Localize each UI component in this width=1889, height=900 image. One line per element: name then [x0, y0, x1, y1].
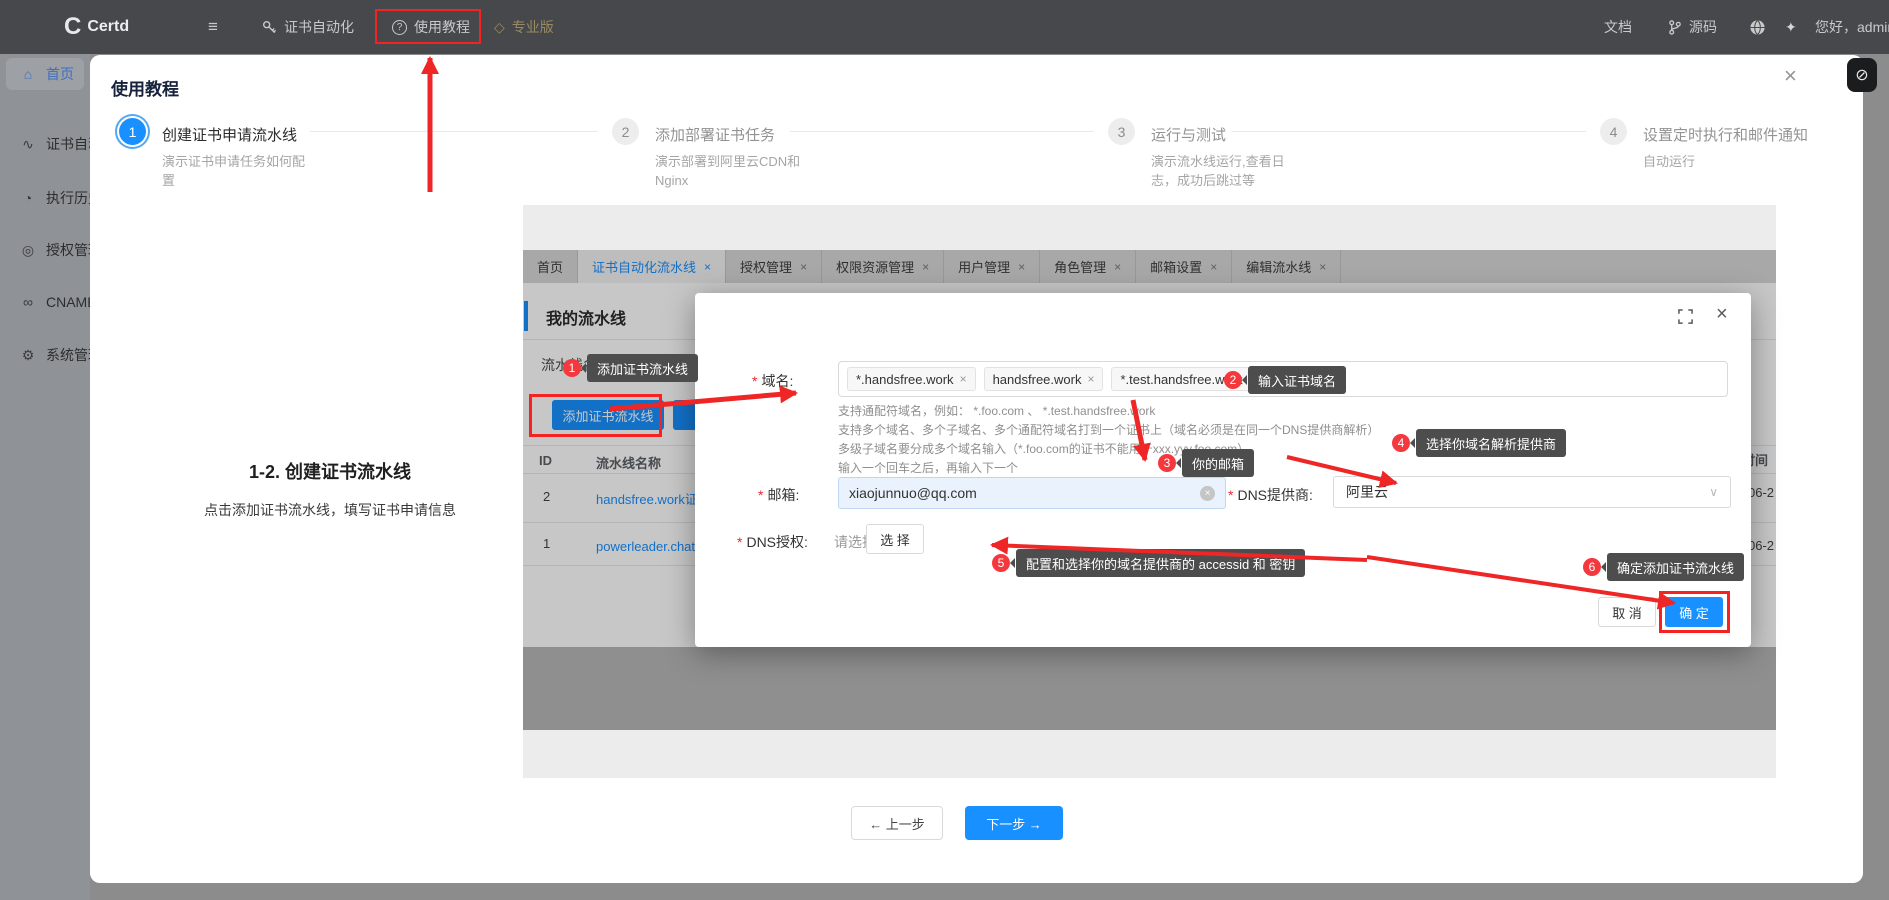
domain-help-line: 输入一个回车之后，再输入下一个	[838, 459, 1018, 479]
email-field-label: *邮箱:	[758, 485, 799, 505]
sidebar-item-cert-automation[interactable]: ∿证书自动化	[0, 128, 90, 160]
menu-cert-label: 证书自动化	[284, 17, 354, 37]
dns-auth-label: *DNS授权:	[737, 532, 808, 552]
dialog-close-icon[interactable]: ×	[1716, 303, 1728, 326]
sidebar-item-home[interactable]: ⌂首页	[6, 58, 84, 90]
nav-docs-link[interactable]: 文档	[1604, 0, 1632, 54]
menu-cert-automation[interactable]: 证书自动化	[262, 0, 354, 54]
gear-icon: ⚙	[20, 347, 36, 364]
annotation-badge-4: 4	[1392, 434, 1410, 452]
screenshot-bottom-strip	[523, 730, 1776, 778]
slash-circle-icon: ⊘	[1855, 65, 1868, 85]
screenshot-dim-overlay-lower	[523, 647, 1776, 730]
sidebar-collapse-icon[interactable]: ≡	[208, 0, 218, 54]
dns-provider-value: 阿里云	[1346, 482, 1388, 502]
prev-step-button[interactable]: ← 上一步	[851, 806, 943, 840]
clock-icon: ◔	[20, 190, 36, 206]
step2-desc: 演示部署到阿里云CDN和Nginx	[655, 152, 813, 190]
confirm-button[interactable]: 确 定	[1665, 597, 1723, 627]
key-icon	[262, 20, 277, 35]
email-value: xiaojunnuo@qq.com	[849, 485, 977, 501]
chart-line-icon: ∿	[20, 136, 36, 153]
step3-desc: 演示流水线运行,查看日志，成功后跳过等	[1151, 152, 1299, 190]
annotation-badge-2: 2	[1224, 371, 1242, 389]
step4-desc: 自动运行	[1643, 152, 1803, 171]
step2-indicator: 2	[612, 118, 639, 145]
menu-tutorial-label: 使用教程	[414, 17, 470, 37]
step3-indicator: 3	[1108, 118, 1135, 145]
sidebar-item-system[interactable]: ⚙系统管理	[0, 339, 90, 371]
top-navbar: C Certd ≡ 证书自动化 ? 使用教程 ◇ 专业版 文档 源码 ✦ 您好，…	[0, 0, 1889, 54]
question-circle-icon: ?	[392, 20, 407, 35]
dns-auth-select-button[interactable]: 选 择	[866, 524, 924, 554]
dns-provider-select[interactable]: 阿里云 ∨	[1333, 476, 1731, 508]
diamond-icon: ◇	[494, 19, 505, 36]
annotation-tip-2: 输入证书域名	[1248, 366, 1346, 394]
theme-sparkles-icon[interactable]: ✦	[1785, 0, 1797, 54]
left-sidebar: ⌂首页 ∿证书自动化 ◔执行历史 ◎授权管理 ∞CNAME ⚙系统管理	[0, 54, 90, 900]
annotation-tip-1: 添加证书流水线	[587, 354, 698, 382]
tag-close-icon[interactable]: ×	[960, 372, 967, 386]
note-title: 1-2. 创建证书流水线	[140, 458, 520, 484]
step3-title: 运行与测试	[1151, 124, 1226, 145]
clear-input-icon[interactable]: ×	[1200, 486, 1215, 501]
brand-logo[interactable]: C Certd	[64, 0, 129, 54]
screenshot-top-strip	[523, 205, 1776, 250]
brand-name: Certd	[87, 18, 129, 36]
sidebar-item-history[interactable]: ◔执行历史	[0, 182, 90, 214]
dns-provider-label: *DNS提供商:	[1228, 485, 1313, 505]
step1-title: 创建证书申请流水线	[162, 124, 297, 145]
tutorial-note: 1-2. 创建证书流水线 点击添加证书流水线，填写证书申请信息	[140, 458, 520, 520]
domain-help-line: 支持通配符域名，例如： *.foo.com 、 *.test.handsfree…	[838, 402, 1155, 422]
step4-title: 设置定时执行和邮件通知	[1643, 124, 1808, 145]
email-input[interactable]: xiaojunnuo@qq.com ×	[838, 477, 1226, 509]
step1-desc: 演示证书申请任务如何配置	[162, 152, 312, 190]
domain-tag[interactable]: *.handsfree.work×	[847, 367, 976, 391]
git-branch-icon	[1668, 20, 1682, 35]
sidebar-item-cname[interactable]: ∞CNAME	[0, 286, 90, 318]
chevron-down-icon: ∨	[1709, 485, 1718, 499]
step-connector	[790, 131, 1094, 132]
annotation-tip-4: 选择你域名解析提供商	[1416, 429, 1566, 457]
domain-field-label: *域名:	[752, 371, 793, 391]
language-globe-icon[interactable]	[1749, 0, 1766, 54]
step2-title: 添加部署证书任务	[655, 124, 775, 145]
step-connector	[310, 131, 598, 132]
tutorial-title: 使用教程	[111, 75, 179, 100]
step4-indicator: 4	[1600, 118, 1627, 145]
note-desc: 点击添加证书流水线，填写证书申请信息	[140, 500, 520, 520]
sidebar-item-authorization[interactable]: ◎授权管理	[0, 234, 90, 266]
fullscreen-icon[interactable]	[1678, 309, 1693, 324]
floating-disable-button[interactable]: ⊘	[1847, 58, 1877, 92]
domain-help-line: 支持多个域名、多个子域名、多个通配符域名打到一个证书上（域名必须是在同一个DNS…	[838, 421, 1379, 441]
nav-source-link[interactable]: 源码	[1668, 0, 1717, 54]
annotation-tip-5: 配置和选择你的域名提供商的 accessid 和 密钥	[1016, 549, 1305, 577]
target-icon: ◎	[20, 242, 36, 259]
home-icon: ⌂	[20, 66, 36, 82]
menu-pro-version[interactable]: ◇ 专业版	[494, 0, 554, 54]
tutorial-close-icon[interactable]: ×	[1784, 63, 1797, 89]
annotation-tip-3: 你的邮箱	[1182, 449, 1254, 477]
step1-indicator: 1	[119, 118, 146, 145]
step-connector	[1232, 131, 1586, 132]
annotation-badge-3: 3	[1158, 454, 1176, 472]
user-greeting[interactable]: 您好，admin	[1815, 0, 1889, 54]
annotation-tip-6: 确定添加证书流水线	[1607, 553, 1744, 581]
certd-logo-icon: C	[64, 13, 80, 41]
link-icon: ∞	[20, 294, 36, 310]
annotation-badge-5: 5	[992, 554, 1010, 572]
cancel-button[interactable]: 取 消	[1598, 597, 1656, 627]
menu-pro-label: 专业版	[512, 17, 554, 37]
domain-tag[interactable]: handsfree.work×	[984, 367, 1104, 391]
menu-tutorial[interactable]: ? 使用教程	[392, 0, 470, 54]
tag-close-icon[interactable]: ×	[1087, 372, 1094, 386]
next-step-button[interactable]: 下一步 →	[965, 806, 1063, 840]
app-screen: C Certd ≡ 证书自动化 ? 使用教程 ◇ 专业版 文档 源码 ✦ 您好，…	[0, 0, 1889, 900]
annotation-badge-1: 1	[563, 359, 581, 377]
annotation-badge-6: 6	[1583, 558, 1601, 576]
